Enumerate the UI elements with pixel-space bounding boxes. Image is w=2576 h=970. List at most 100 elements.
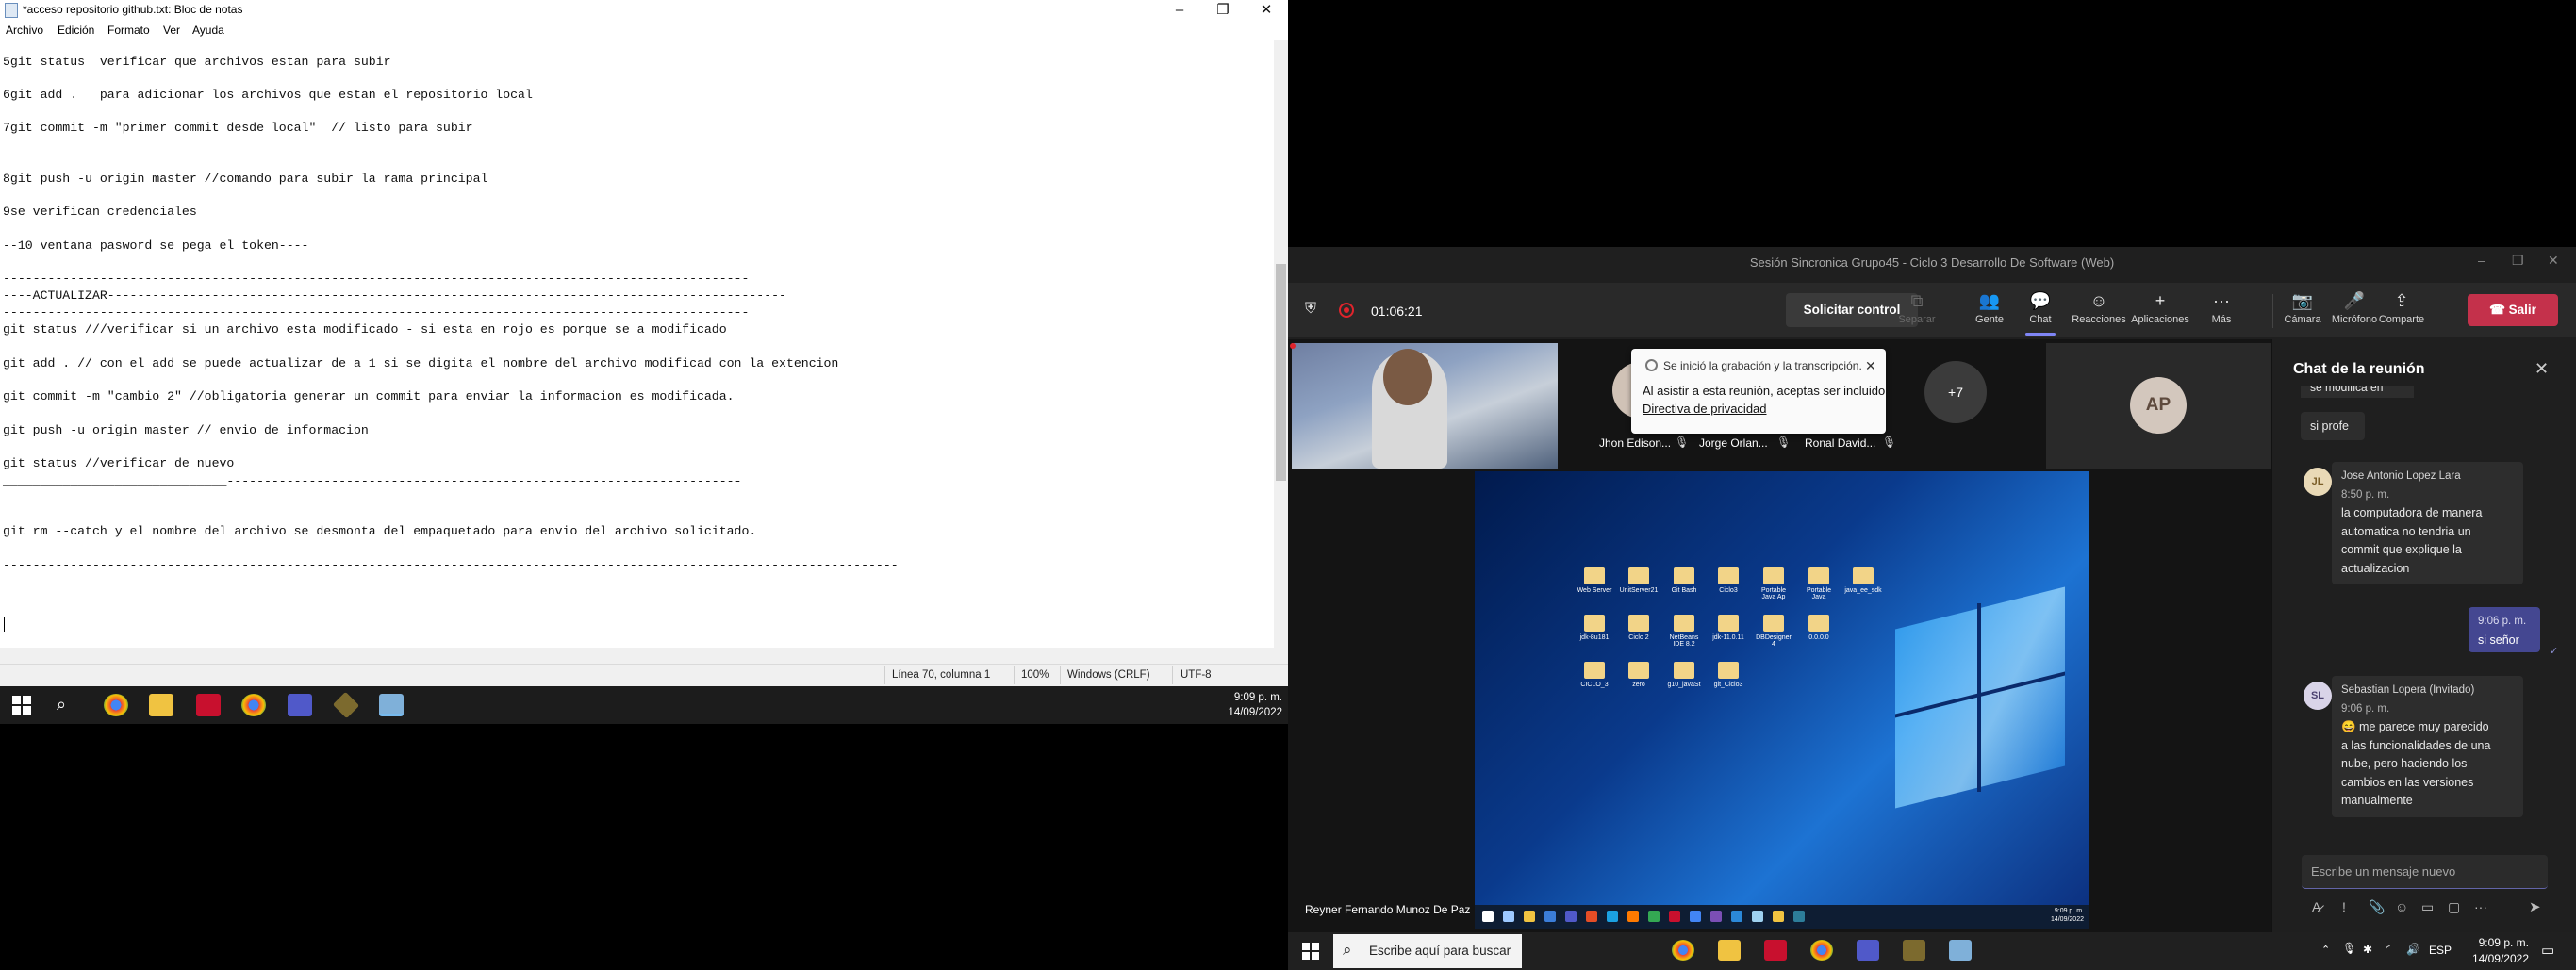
desktop-icon-label: Portable Java [1806, 587, 1832, 600]
tray-chevron-icon[interactable]: ⌃ [2321, 944, 2330, 956]
chrome-icon[interactable] [104, 694, 128, 716]
toolbar-chat-button[interactable]: 💬 Chat [2010, 289, 2071, 325]
message-line: cambios en las versiones [2341, 775, 2474, 789]
gif-icon[interactable]: ▭ [2421, 899, 2434, 915]
left-clock[interactable]: 9:09 p. m. 14/09/2022 [1216, 690, 1282, 720]
close-icon[interactable]: ✕ [1865, 358, 1876, 374]
chrome-icon[interactable] [241, 694, 266, 716]
chat-message[interactable]: Sebastian Lopera (Invitado) 9:06 p. m. 😄… [2332, 676, 2523, 817]
chat-message-self[interactable]: 9:06 p. m. si señor [2469, 607, 2540, 652]
desktop-icon[interactable] [1674, 567, 1694, 584]
start-button[interactable] [11, 695, 32, 715]
maximize-button[interactable]: ❐ [1201, 0, 1245, 21]
desktop-icon[interactable] [1763, 567, 1784, 584]
more-participants-button[interactable]: +7 [1924, 361, 1987, 423]
desktop-icon[interactable] [1853, 567, 1874, 584]
desktop-icon-label: java_ee_sdk [1844, 587, 1882, 594]
file-explorer-icon[interactable] [149, 694, 173, 716]
desktop-icon[interactable] [1674, 662, 1694, 679]
desktop-icon[interactable] [1628, 615, 1649, 632]
file-explorer-icon[interactable] [1718, 940, 1741, 961]
acrobat-icon[interactable] [1764, 940, 1787, 961]
teams-minimize-button[interactable]: – [2478, 253, 2485, 268]
chrome-icon[interactable] [1672, 940, 1694, 961]
volume-icon[interactable]: 🔊 [2406, 943, 2420, 956]
wallpaper-divider [1977, 603, 1981, 792]
right-clock[interactable]: 9:09 p. m. 14/09/2022 [2463, 935, 2529, 967]
chat-message-input[interactable]: Escribe un mensaje nuevo [2302, 855, 2548, 889]
teams-icon[interactable] [288, 694, 312, 716]
chat-message[interactable]: Jose Antonio Lopez Lara 8:50 p. m. la co… [2332, 462, 2523, 584]
priority-icon[interactable]: ! [2342, 899, 2346, 914]
notepad-taskbar-icon[interactable] [1949, 940, 1972, 961]
privacy-policy-link[interactable]: Directiva de privacidad [1643, 402, 1767, 416]
format-icon[interactable]: A̷ [2312, 899, 2320, 914]
desktop-icon[interactable] [1763, 615, 1784, 632]
reacciones-icon: ☺ [2089, 291, 2108, 310]
aplicaciones-label: Aplicaciones [2131, 314, 2189, 325]
acrobat-icon[interactable] [196, 694, 221, 716]
desktop-icon[interactable] [1718, 615, 1739, 632]
chat-message[interactable]: si profe [2301, 412, 2365, 440]
desktop-icon-label: Ciclo 2 [1628, 634, 1649, 641]
avatar-jl[interactable]: JL [2304, 468, 2332, 496]
vertical-scroll-thumb[interactable] [1276, 264, 1286, 481]
toolbar-mas-button[interactable]: ··· Más [2191, 289, 2252, 325]
attach-icon[interactable]: 📎 [2369, 899, 2385, 915]
start-button[interactable] [1301, 942, 1320, 961]
desktop-icon[interactable] [1674, 615, 1694, 632]
notepad-taskbar-icon[interactable] [379, 694, 404, 716]
avatar-sl[interactable]: SL [2304, 682, 2332, 710]
git-icon[interactable] [1903, 940, 1925, 961]
teams-icon[interactable] [1857, 940, 1879, 961]
shield-icon[interactable]: ⛨ [1305, 301, 1316, 318]
mas-icon: ··· [2213, 291, 2230, 310]
more-options-icon[interactable]: ··· [2474, 899, 2487, 914]
language-indicator[interactable]: ESP [2429, 944, 2452, 957]
toolbar-aplicaciones-button[interactable]: + Aplicaciones [2130, 289, 2190, 325]
message-line: la computadora de manera [2341, 506, 2483, 519]
desktop-icon[interactable] [1628, 567, 1649, 584]
menu-edicion[interactable]: Edición [58, 24, 94, 37]
menu-formato[interactable]: Formato [107, 24, 150, 37]
presenter-name: Reyner Fernando Munoz De Paz [1305, 903, 1471, 916]
desktop-icon[interactable] [1584, 567, 1605, 584]
minimize-button[interactable]: – [1158, 0, 1201, 21]
desktop-icon[interactable] [1718, 662, 1739, 679]
close-button[interactable]: ✕ [1245, 0, 1288, 21]
text-line: 9se verifican credenciales [3, 205, 197, 219]
sticker-icon[interactable]: ▢ [2448, 899, 2460, 915]
notepad-text-area[interactable]: 5git status verificar que archivos estan… [0, 40, 1274, 648]
notifications-icon[interactable]: ▭ [2541, 942, 2554, 959]
desktop-icon[interactable] [1584, 662, 1605, 679]
desktop-icon[interactable] [1808, 567, 1829, 584]
mic-icon[interactable]: 🎙 [2342, 942, 2356, 955]
desktop-icon[interactable] [1718, 567, 1739, 584]
menu-archivo[interactable]: Archivo [6, 24, 43, 37]
close-chat-icon[interactable]: ✕ [2535, 359, 2549, 379]
menu-ayuda[interactable]: Ayuda [192, 24, 224, 37]
participant-name: Jorge Orlan... [1699, 436, 1768, 450]
bluetooth-icon[interactable]: ✱ [2363, 943, 2372, 956]
shared-taskbar-icon [1627, 911, 1639, 922]
desktop-icon[interactable] [1584, 615, 1605, 632]
desktop-icon-label: CICLO_3 [1580, 682, 1609, 688]
message-sender: Sebastian Lopera (Invitado) [2341, 684, 2475, 696]
teams-maximize-button[interactable]: ❐ [2512, 253, 2524, 269]
desktop-icon[interactable] [1808, 615, 1829, 632]
horizontal-scrollbar[interactable] [0, 648, 1288, 664]
menu-ver[interactable]: Ver [163, 24, 180, 37]
emoji-icon[interactable]: ☺ [2395, 899, 2408, 914]
chrome-icon[interactable] [1810, 940, 1833, 961]
search-icon[interactable]: ⌕ [57, 695, 66, 715]
desktop-icon[interactable] [1628, 662, 1649, 679]
toolbar-reacciones-button[interactable]: ☺ Reacciones [2069, 289, 2129, 325]
text-line: 8git push -u origin master //comando par… [3, 172, 488, 186]
toolbar-separar-button[interactable]: ⧉ Separar [1887, 289, 1947, 325]
leave-button[interactable]: ☎ Salir [2468, 294, 2558, 326]
network-icon[interactable]: ◜ [2386, 943, 2390, 956]
teams-close-button[interactable]: ✕ [2548, 253, 2559, 269]
shared-taskbar-icon [1544, 911, 1556, 922]
send-icon[interactable]: ➤ [2529, 898, 2541, 915]
toolbar-comparte-button[interactable]: ⇪ Comparte [2371, 289, 2432, 325]
